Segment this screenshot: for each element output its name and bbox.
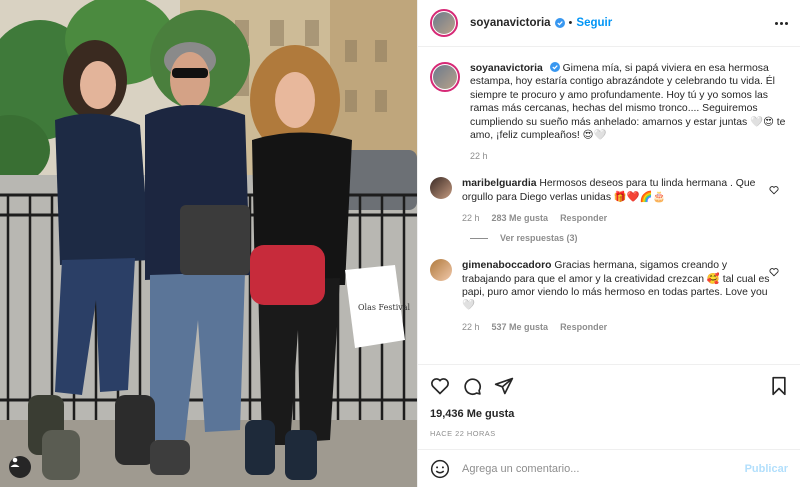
heart-small-icon[interactable] [769, 185, 779, 195]
emoji-icon[interactable] [430, 459, 450, 479]
view-replies-label: Ver respuestas (3) [500, 233, 578, 244]
caption-avatar[interactable] [430, 62, 460, 92]
bag-text: Olas Festival [358, 303, 411, 312]
verified-icon [554, 18, 565, 28]
comment-username[interactable]: gimenaboccadoro [462, 260, 552, 271]
tag-user-button[interactable] [9, 456, 31, 478]
author-avatar[interactable] [430, 9, 458, 37]
comments-list[interactable]: soyanavictoria Gimena mía, si papá vivie… [418, 48, 800, 364]
caption: soyanavictoria Gimena mía, si papá vivie… [430, 62, 788, 161]
post-header: soyanavictoria • Seguir [418, 0, 800, 47]
verified-icon [549, 62, 560, 72]
reply-button[interactable]: Responder [560, 322, 607, 332]
save-icon[interactable] [770, 376, 788, 396]
photo-image: Olas Festival [0, 0, 417, 487]
comment-time[interactable]: 22 h [462, 322, 480, 332]
tag-user-icon [10, 457, 20, 467]
comment-item: gimenaboccadoro Gracias hermana, sigamos… [430, 259, 788, 332]
more-icon[interactable] [775, 21, 788, 25]
share-icon[interactable] [494, 376, 514, 396]
post-modal: Olas Festival soyanavictoria • Seguir so… [0, 0, 800, 487]
post-actions: 19,436 Me gusta HACE 22 HORAS [418, 364, 800, 455]
view-replies[interactable]: Ver respuestas (3) [470, 233, 788, 243]
caption-text: Gimena mía, si papá viviera en esa hermo… [470, 63, 786, 142]
post-sidebar: soyanavictoria • Seguir soyanavictoria G… [417, 0, 800, 487]
heart-small-icon[interactable] [769, 267, 779, 277]
follow-button[interactable]: Seguir [576, 17, 612, 29]
heart-icon[interactable] [430, 376, 450, 396]
reply-button[interactable]: Responder [560, 213, 607, 223]
post-photo[interactable]: Olas Festival [0, 0, 417, 487]
comment-avatar[interactable] [430, 177, 452, 200]
comment-time[interactable]: 22 h [462, 213, 480, 223]
comment-item: maribelguardia Hermosos deseos para tu l… [430, 177, 788, 223]
caption-body: soyanavictoria Gimena mía, si papá vivie… [470, 62, 788, 142]
likes-count[interactable]: 19,436 Me gusta [430, 408, 788, 420]
author-username[interactable]: soyanavictoria [470, 17, 551, 29]
posted-time: HACE 22 HORAS [430, 429, 496, 438]
comment-icon[interactable] [462, 376, 482, 396]
add-comment-bar: Publicar [418, 449, 800, 487]
comment-input[interactable] [462, 462, 745, 475]
separator-dot: • [568, 17, 573, 29]
replies-line [470, 237, 488, 239]
comment-likes[interactable]: 537 Me gusta [492, 322, 549, 332]
comment-likes[interactable]: 283 Me gusta [492, 213, 549, 223]
caption-username[interactable]: soyanavictoria [470, 63, 543, 74]
comment-username[interactable]: maribelguardia [462, 178, 537, 189]
comment-avatar[interactable] [430, 259, 452, 282]
publish-button[interactable]: Publicar [745, 463, 788, 475]
caption-time[interactable]: 22 h [470, 151, 488, 161]
